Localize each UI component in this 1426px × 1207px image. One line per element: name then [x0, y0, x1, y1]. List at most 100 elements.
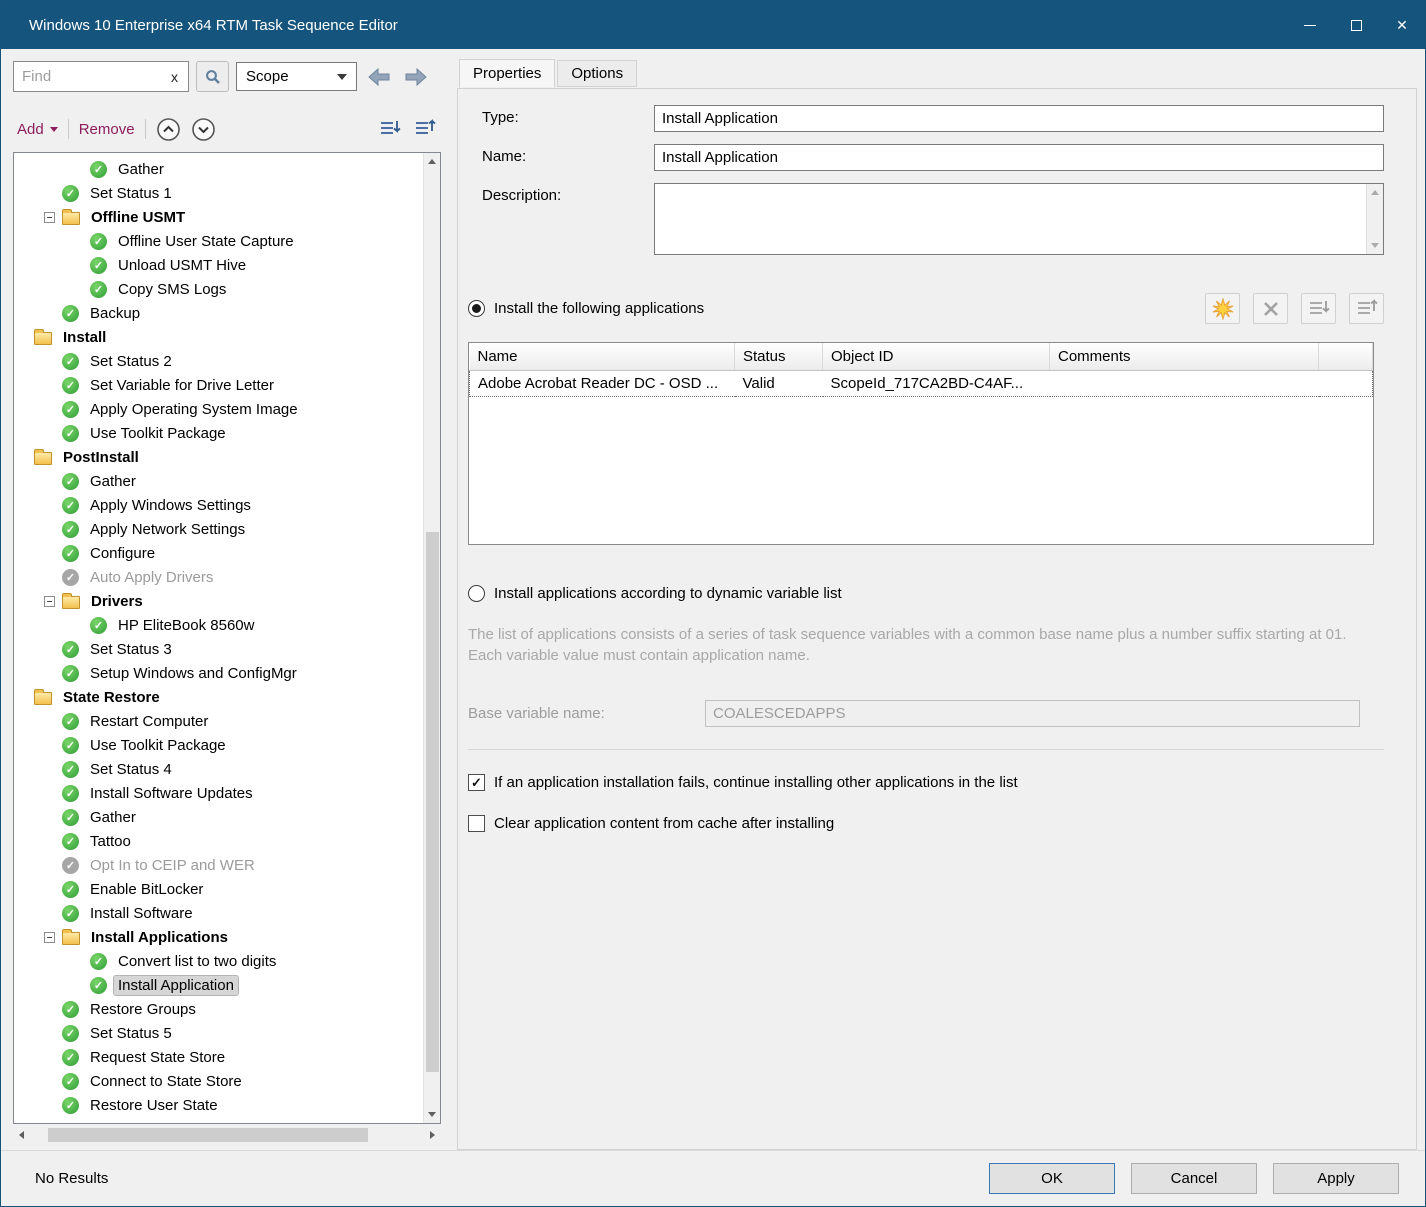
tree-collapse-icon[interactable] — [44, 212, 55, 223]
install-list-radio-row[interactable]: Install the following applications — [468, 293, 1384, 324]
scope-dropdown[interactable]: Scope — [236, 62, 357, 91]
tree-item-restore-user-state[interactable]: ✓Restore User State — [14, 1093, 423, 1117]
tree-item-request-state-store[interactable]: ✓Request State Store — [14, 1045, 423, 1069]
minimize-button[interactable] — [1287, 1, 1333, 49]
tree-item-gather[interactable]: ✓Gather — [14, 469, 423, 493]
tree-item-set-status-3[interactable]: ✓Set Status 3 — [14, 637, 423, 661]
tree-item-configure[interactable]: ✓Configure — [14, 541, 423, 565]
tree-item-apply-operating-system-image[interactable]: ✓Apply Operating System Image — [14, 397, 423, 421]
scroll-up-icon[interactable] — [424, 153, 440, 170]
tree-item-restore-groups[interactable]: ✓Restore Groups — [14, 997, 423, 1021]
tree-item-copy-sms-logs[interactable]: ✓Copy SMS Logs — [14, 277, 423, 301]
tree-item-label: Set Status 5 — [86, 1024, 176, 1043]
tree-item-tattoo[interactable]: ✓Tattoo — [14, 829, 423, 853]
tree-item-label: Convert list to two digits — [114, 952, 280, 971]
folder-icon — [34, 332, 52, 345]
tree-item-opt-in-to-ceip-and-wer[interactable]: ✓Opt In to CEIP and WER — [14, 853, 423, 877]
check-icon: ✓ — [62, 713, 79, 730]
find-input[interactable] — [22, 68, 169, 85]
tree-item-install-application[interactable]: ✓Install Application — [14, 973, 423, 997]
column-header-comments[interactable]: Comments — [1050, 343, 1319, 371]
scroll-up-icon — [1367, 184, 1383, 201]
tree-item-backup[interactable]: ✓Backup — [14, 301, 423, 325]
tree-item-label: Set Status 1 — [86, 184, 176, 203]
tree-item-drivers[interactable]: Drivers — [14, 589, 423, 613]
tree-item-convert-list-to-two-digits[interactable]: ✓Convert list to two digits — [14, 949, 423, 973]
tree-item-hp-elitebook-8560w[interactable]: ✓HP EliteBook 8560w — [14, 613, 423, 637]
dynamic-list-radio-row[interactable]: Install applications according to dynami… — [468, 585, 1384, 602]
tree-item-setup-windows-and-configmgr[interactable]: ✓Setup Windows and ConfigMgr — [14, 661, 423, 685]
tree-item-auto-apply-drivers[interactable]: ✓Auto Apply Drivers — [14, 565, 423, 589]
tree-vertical-scrollbar[interactable] — [423, 153, 440, 1123]
tree-item-enable-bitlocker[interactable]: ✓Enable BitLocker — [14, 877, 423, 901]
dynamic-list-radio[interactable] — [468, 585, 485, 602]
add-button[interactable]: Add — [17, 121, 58, 138]
clear-cache-checkbox-row[interactable]: Clear application content from cache aft… — [468, 815, 1384, 832]
check-icon: ✓ — [62, 377, 79, 394]
tree-item-offline-user-state-capture[interactable]: ✓Offline User State Capture — [14, 229, 423, 253]
column-header-object-id[interactable]: Object ID — [823, 343, 1050, 371]
tree-item-state-restore[interactable]: State Restore — [14, 685, 423, 709]
tree-horizontal-scrollbar[interactable] — [13, 1126, 441, 1144]
tree-item-install-software[interactable]: ✓Install Software — [14, 901, 423, 925]
tree-item-gather[interactable]: ✓Gather — [14, 157, 423, 181]
tree-item-use-toolkit-package[interactable]: ✓Use Toolkit Package — [14, 733, 423, 757]
expand-all-button[interactable] — [413, 118, 437, 140]
scroll-left-icon[interactable] — [13, 1126, 30, 1144]
tree-item-connect-to-state-store[interactable]: ✓Connect to State Store — [14, 1069, 423, 1093]
tree-item-restart-computer[interactable]: ✓Restart Computer — [14, 709, 423, 733]
tab-properties[interactable]: Properties — [459, 59, 555, 88]
horizontal-scroll-track[interactable] — [30, 1126, 424, 1144]
continue-on-fail-checkbox-row[interactable]: If an application installation fails, co… — [468, 774, 1384, 791]
clear-find-button[interactable]: x — [169, 69, 180, 85]
forward-button[interactable] — [401, 62, 431, 92]
search-button[interactable] — [196, 61, 229, 92]
tab-options[interactable]: Options — [557, 60, 637, 87]
tree-item-set-status-5[interactable]: ✓Set Status 5 — [14, 1021, 423, 1045]
description-field[interactable] — [654, 183, 1384, 255]
tree-item-apply-windows-settings[interactable]: ✓Apply Windows Settings — [14, 493, 423, 517]
type-field[interactable] — [654, 105, 1384, 132]
tree-item-install[interactable]: Install — [14, 325, 423, 349]
apply-button[interactable]: Apply — [1273, 1163, 1399, 1194]
tree-collapse-icon[interactable] — [44, 596, 55, 607]
horizontal-scroll-thumb[interactable] — [48, 1128, 368, 1142]
tree-item-install-software-updates[interactable]: ✓Install Software Updates — [14, 781, 423, 805]
maximize-button[interactable] — [1333, 1, 1379, 49]
continue-on-fail-checkbox[interactable] — [468, 774, 485, 791]
tree-item-set-status-1[interactable]: ✓Set Status 1 — [14, 181, 423, 205]
tree-item-set-status-4[interactable]: ✓Set Status 4 — [14, 757, 423, 781]
applications-table: Name Status Object ID Comments Adobe Acr… — [469, 343, 1373, 397]
tree-collapse-icon[interactable] — [44, 932, 55, 943]
scroll-down-icon[interactable] — [424, 1106, 440, 1123]
new-application-button[interactable] — [1205, 293, 1240, 324]
vertical-scroll-thumb[interactable] — [426, 532, 439, 1072]
tree-item-apply-network-settings[interactable]: ✓Apply Network Settings — [14, 517, 423, 541]
tree-item-gather[interactable]: ✓Gather — [14, 805, 423, 829]
column-header-name[interactable]: Name — [470, 343, 735, 371]
name-field[interactable] — [654, 144, 1384, 171]
application-row[interactable]: Adobe Acrobat Reader DC - OSD ...ValidSc… — [470, 371, 1373, 397]
remove-button[interactable]: Remove — [79, 121, 135, 138]
tree-item-use-toolkit-package[interactable]: ✓Use Toolkit Package — [14, 421, 423, 445]
install-list-radio[interactable] — [468, 300, 485, 317]
collapse-all-button[interactable] — [378, 118, 402, 140]
move-up-button[interactable] — [156, 117, 181, 142]
tree-item-set-variable-for-drive-letter[interactable]: ✓ Set Variable for Drive Letter — [14, 373, 423, 397]
clear-cache-checkbox[interactable] — [468, 815, 485, 832]
tree-item-label: Set Variable for Drive Letter — [86, 376, 278, 395]
back-button[interactable] — [364, 62, 394, 92]
tree-item-offline-usmt[interactable]: Offline USMT — [14, 205, 423, 229]
cancel-button[interactable]: Cancel — [1131, 1163, 1257, 1194]
column-header-status[interactable]: Status — [735, 343, 823, 371]
tree-item-postinstall[interactable]: PostInstall — [14, 445, 423, 469]
close-button[interactable]: ✕ — [1379, 1, 1425, 49]
scroll-right-icon[interactable] — [424, 1126, 441, 1144]
titlebar[interactable]: Windows 10 Enterprise x64 RTM Task Seque… — [1, 1, 1425, 49]
ok-button[interactable]: OK — [989, 1163, 1115, 1194]
move-down-button[interactable] — [191, 117, 216, 142]
tree-item-set-status-2[interactable]: ✓Set Status 2 — [14, 349, 423, 373]
tree-item-unload-usmt-hive[interactable]: ✓Unload USMT Hive — [14, 253, 423, 277]
tree-item-install-applications[interactable]: Install Applications — [14, 925, 423, 949]
task-sequence-tree[interactable]: ✓Gather✓Set Status 1Offline USMT✓Offline… — [14, 153, 423, 1123]
